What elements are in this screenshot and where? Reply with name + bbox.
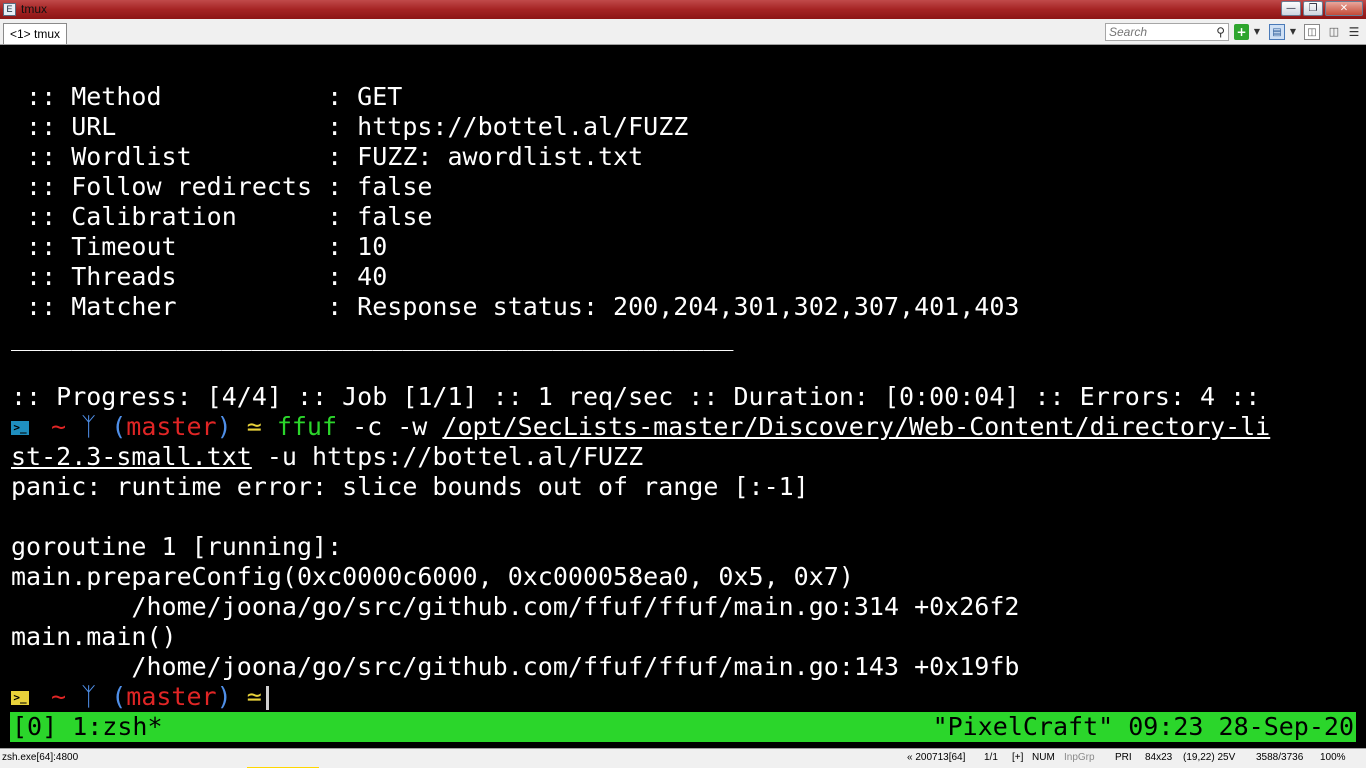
tmux-window-list[interactable]: [0] 1:zsh* <box>12 712 163 742</box>
git-branch-name: master <box>126 682 217 711</box>
output-line: /home/joona/go/src/github.com/ffuf/ffuf/… <box>11 652 1020 681</box>
config-line: :: Threads : 40 <box>11 262 388 291</box>
terminal-prompt-icon: >_ <box>11 691 29 705</box>
pane-icon[interactable]: ▤ <box>1269 24 1285 40</box>
branch-close: ) <box>216 682 232 711</box>
git-branch-name: master <box>126 412 217 441</box>
command-args-2: -u https://bottel.al/FUZZ <box>251 442 644 471</box>
prompt-symbol: ≃ <box>246 682 262 711</box>
add-console-icon[interactable]: + <box>1234 24 1249 40</box>
separator-line: ________________________________________… <box>11 322 734 351</box>
tmux-status-bar: [0] 1:zsh* "PixelCraft" 09:23 28-Sep-20 <box>10 712 1356 742</box>
maximize-icon[interactable]: ❐ <box>1303 1 1323 16</box>
input-group[interactable]: InpGrp <box>1064 749 1095 767</box>
window-title-bar[interactable]: E tmux — ❐ ✕ <box>0 0 1366 19</box>
menu-icon[interactable]: ☰ <box>1347 24 1361 40</box>
config-line: :: Wordlist : FUZZ: awordlist.txt <box>11 142 644 171</box>
command-path: /opt/SecLists-master/Discovery/Web-Conte… <box>442 412 1271 441</box>
config-line: :: URL : https://bottel.al/FUZZ <box>11 112 689 141</box>
config-line: :: Timeout : 10 <box>11 232 388 261</box>
tab-toolbar: <1> tmux ⚲ + ▼ ▤ ▼ ◫ ◫ ☰ <box>0 19 1366 45</box>
text-cursor <box>265 686 269 710</box>
git-branch-icon: ᛉ <box>81 682 97 711</box>
command-path-wrap: st-2.3-small.txt <box>11 442 252 471</box>
config-line: :: Calibration : false <box>11 202 433 231</box>
output-line: main.main() <box>11 622 177 651</box>
priority[interactable]: PRI <box>1115 749 1132 767</box>
prompt-symbol: ≃ <box>246 412 262 441</box>
search-box[interactable]: ⚲ <box>1105 23 1229 41</box>
current-prompt[interactable]: >_ ~ ᛉ (master) ≃ <box>11 682 269 712</box>
split-icon[interactable]: ◫ <box>1326 24 1342 40</box>
search-icon[interactable]: ⚲ <box>1216 24 1225 40</box>
pid-info[interactable]: « 200713[64] <box>907 749 965 767</box>
search-input[interactable] <box>1109 25 1209 39</box>
window-title: tmux <box>21 2 48 16</box>
progress-line: :: Progress: [4/4] :: Job [1/1] :: 1 req… <box>11 382 1261 411</box>
close-icon[interactable]: ✕ <box>1325 1 1363 16</box>
window-controls: — ❐ ✕ <box>1281 1 1363 16</box>
terminal-screen[interactable]: :: Method : GET :: URL : https://bottel.… <box>0 45 1366 712</box>
chevron-down-icon[interactable]: ▼ <box>1252 24 1262 40</box>
command-line: >_ ~ ᛉ (master) ≃ ffuf -c -w /opt/SecList… <box>11 412 1270 442</box>
tab-tmux[interactable]: <1> tmux <box>3 23 68 44</box>
output-line: /home/joona/go/src/github.com/ffuf/ffuf/… <box>11 592 1020 621</box>
config-line: :: Method : GET <box>11 82 403 111</box>
process-info[interactable]: zsh.exe[64]:4800 <box>2 749 78 767</box>
config-line: :: Matcher : Response status: 200,204,30… <box>11 292 1020 321</box>
output-line: main.prepareConfig(0xc0000c6000, 0xc0000… <box>11 562 854 591</box>
buffer-position[interactable]: 3588/3736 <box>1256 749 1303 767</box>
app-status-bar: zsh.exe[64]:4800 « 200713[64] 1/1 [+] NU… <box>0 748 1366 768</box>
num-lock[interactable]: NUM <box>1032 749 1055 767</box>
zoom-level[interactable]: 100% <box>1320 749 1346 767</box>
console-icon[interactable]: E <box>3 3 16 16</box>
console-size[interactable]: 84x23 <box>1145 749 1172 767</box>
branch-close: ) <box>216 412 232 441</box>
prompt-dir: ~ <box>51 682 67 711</box>
tab-position[interactable]: 1/1 <box>984 749 998 767</box>
branch-open: ( <box>111 682 127 711</box>
output-line: panic: runtime error: slice bounds out o… <box>11 472 809 501</box>
chevron-down-icon[interactable]: ▼ <box>1288 24 1298 40</box>
config-line: :: Follow redirects : false <box>11 172 433 201</box>
prompt-dir: ~ <box>51 412 67 441</box>
command-line-wrap: st-2.3-small.txt -u https://bottel.al/FU… <box>11 442 643 472</box>
insert-mode[interactable]: [+] <box>1012 749 1023 767</box>
layout-icon[interactable]: ◫ <box>1304 24 1320 40</box>
output-line: goroutine 1 [running]: <box>11 532 343 561</box>
branch-open: ( <box>111 412 127 441</box>
tmux-host-clock: "PixelCraft" 09:23 28-Sep-20 <box>932 712 1354 741</box>
cursor-position[interactable]: (19,22) 25V <box>1183 749 1235 767</box>
command-args: -c -w <box>337 412 443 441</box>
command-name: ffuf <box>276 412 338 441</box>
minimize-icon[interactable]: — <box>1281 1 1301 16</box>
terminal-prompt-icon: >_ <box>11 421 29 435</box>
git-branch-icon: ᛉ <box>81 412 97 441</box>
